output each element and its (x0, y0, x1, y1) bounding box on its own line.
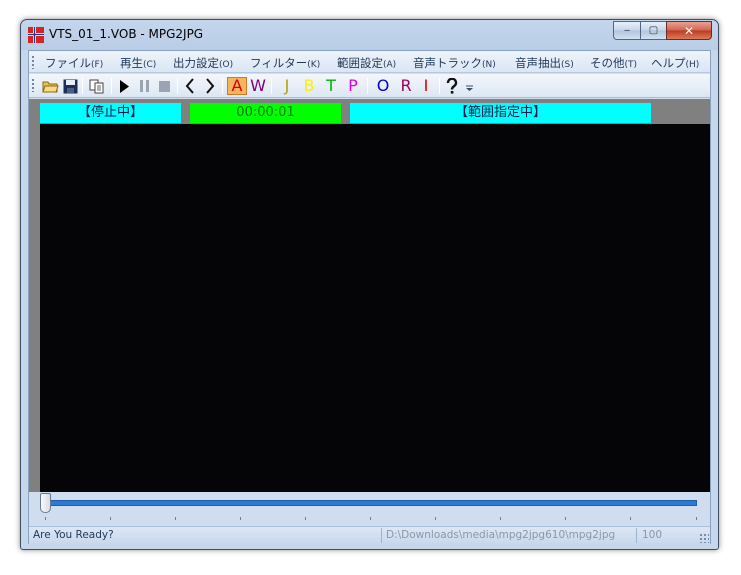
seek-tick (565, 517, 566, 520)
minimize-button[interactable]: ‒ (613, 21, 640, 40)
seek-thumb[interactable] (40, 493, 51, 513)
pause-icon[interactable] (135, 77, 153, 95)
seek-tick (696, 517, 697, 520)
toolbar-separator (82, 78, 83, 94)
status-value: 100 (642, 529, 663, 541)
menu-filter[interactable]: フィルター(K) (250, 55, 320, 71)
app-window: VTS_01_1.VOB - MPG2JPG ‒ ▢ ✕ ファイル(F) 再生(… (20, 19, 719, 550)
menu-file[interactable]: ファイル(F) (45, 55, 103, 71)
toolbar-grip[interactable] (32, 79, 34, 92)
seek-tick (175, 517, 176, 520)
time-code-label: 00:00:01 (190, 103, 341, 123)
letter-p: P (348, 76, 358, 95)
save-icon[interactable] (61, 77, 79, 95)
letter-r: R (400, 76, 412, 95)
menu-other[interactable]: その他(T) (590, 55, 637, 71)
seek-tick (370, 517, 371, 520)
menu-audio-track[interactable]: 音声トラック(N) (413, 55, 496, 71)
letter-a-button[interactable]: A (227, 77, 247, 95)
seek-tick (435, 517, 436, 520)
seek-tick (45, 517, 46, 520)
seek-track[interactable] (45, 500, 697, 506)
seek-tick (305, 517, 306, 520)
toolbar-separator (222, 78, 223, 94)
menu-help[interactable]: ヘルプ(H) (651, 55, 699, 71)
close-button[interactable]: ✕ (666, 21, 712, 40)
status-path: D:\Downloads\media\mpg2jpg610\mpg2jpg (386, 529, 616, 541)
status-bar: Are You Ready? D:\Downloads\media\mpg2jp… (29, 526, 710, 544)
toolbar-separator (111, 78, 112, 94)
app-flag-icon[interactable] (28, 27, 44, 43)
letter-o: O (376, 76, 390, 95)
open-folder-icon[interactable] (40, 77, 60, 95)
toolbar: A W J B T P O R I (29, 74, 710, 98)
stop-icon[interactable] (155, 77, 173, 95)
maximize-button[interactable]: ▢ (640, 21, 666, 40)
video-display[interactable] (40, 124, 710, 492)
status-divider (381, 528, 382, 543)
resize-grip[interactable] (699, 533, 709, 543)
menu-bar: ファイル(F) 再生(C) 出力設定(O) フィルター(K) 範囲設定(A) 音… (29, 51, 710, 73)
seek-tick (110, 517, 111, 520)
letter-o-button[interactable]: O (373, 77, 393, 95)
letter-i-button[interactable]: I (418, 77, 434, 95)
seek-tick (240, 517, 241, 520)
toolbar-separator (439, 78, 440, 94)
letter-w-button[interactable]: W (248, 77, 268, 95)
client-area: ファイル(F) 再生(C) 出力設定(O) フィルター(K) 範囲設定(A) 音… (28, 50, 711, 544)
menu-audio-extract[interactable]: 音声抽出(S) (515, 55, 574, 71)
menu-grip[interactable] (32, 56, 34, 69)
playback-state-label: 【停止中】 (40, 103, 181, 123)
letter-j: J (284, 76, 290, 95)
help-icon[interactable] (443, 77, 461, 95)
letter-i: I (423, 76, 429, 95)
letter-j-button[interactable]: J (278, 77, 296, 95)
play-icon[interactable] (115, 77, 133, 95)
letter-t-button[interactable]: T (322, 77, 340, 95)
prev-icon[interactable] (181, 77, 199, 95)
menu-range-settings[interactable]: 範囲設定(A) (337, 55, 396, 71)
letter-r-button[interactable]: R (396, 77, 416, 95)
letter-p-button[interactable]: P (344, 77, 362, 95)
letter-a: A (231, 76, 243, 95)
seek-tick (500, 517, 501, 520)
seek-bar-area (29, 492, 710, 526)
letter-t: T (326, 76, 336, 95)
range-mode-label: 【範囲指定中】 (350, 103, 651, 123)
viewer-panel: 【停止中】 00:00:01 【範囲指定中】 (29, 99, 710, 492)
status-divider (636, 528, 637, 543)
window-title: VTS_01_1.VOB - MPG2JPG (49, 27, 204, 41)
title-bar[interactable]: VTS_01_1.VOB - MPG2JPG ‒ ▢ ✕ (21, 20, 718, 50)
status-message: Are You Ready? (33, 529, 114, 541)
toolbar-separator (271, 78, 272, 94)
toolbar-separator (177, 78, 178, 94)
seek-tick (630, 517, 631, 520)
menu-output-settings[interactable]: 出力設定(O) (173, 55, 233, 71)
next-icon[interactable] (201, 77, 219, 95)
letter-b-button[interactable]: B (300, 77, 318, 95)
toolbar-overflow-chevron-icon[interactable] (464, 77, 474, 95)
menu-play[interactable]: 再生(C) (120, 55, 156, 71)
letter-b: B (303, 76, 315, 95)
toolbar-separator (367, 78, 368, 94)
copy-icon[interactable] (87, 77, 107, 95)
letter-w: W (250, 76, 266, 95)
